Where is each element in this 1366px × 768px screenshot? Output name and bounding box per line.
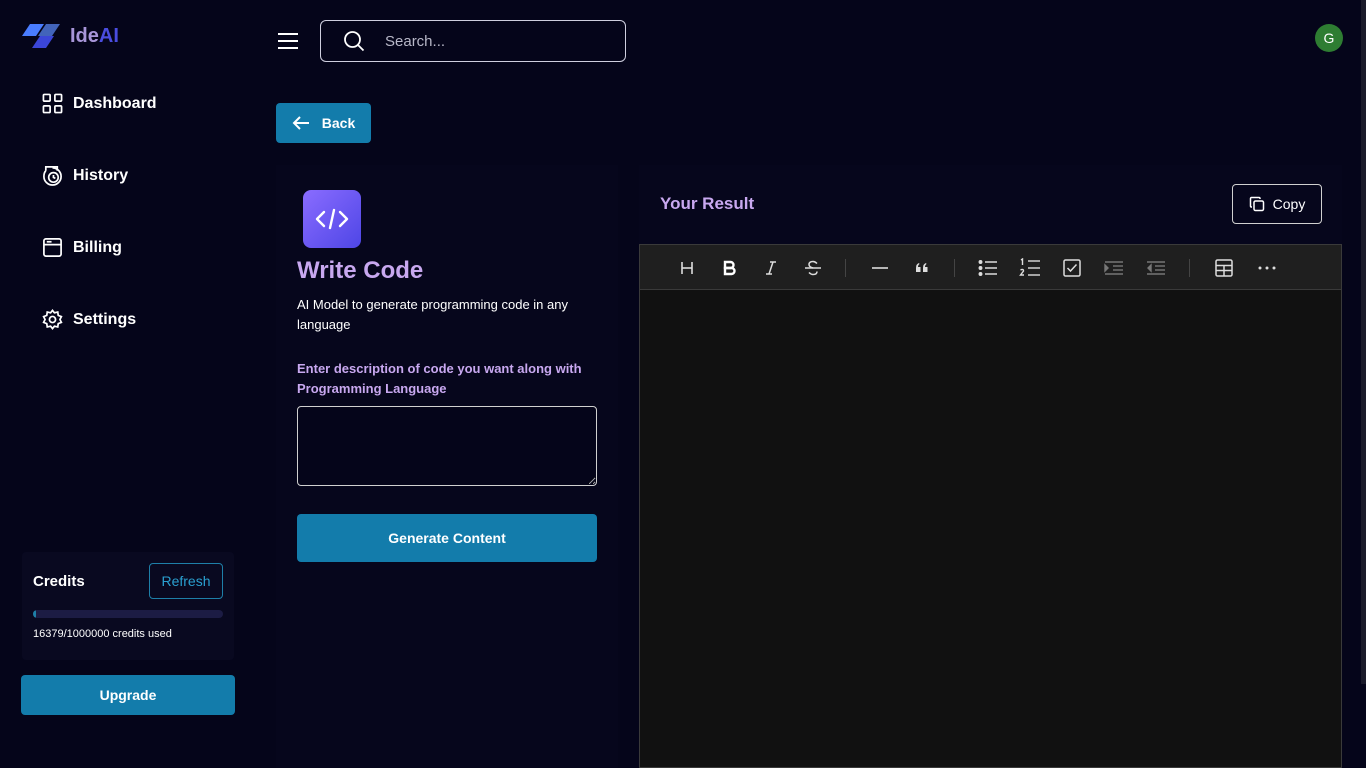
app-name: IdeAI [70, 25, 119, 48]
editor-toolbar [639, 244, 1342, 290]
tool-form-panel: Write Code AI Model to generate programm… [276, 165, 618, 768]
strikethrough-icon[interactable] [802, 257, 824, 279]
app-name-part1: Ide [70, 24, 99, 47]
indent-icon[interactable] [1103, 257, 1125, 279]
horizontal-rule-icon[interactable] [869, 257, 891, 279]
sidebar-item-label: Dashboard [73, 94, 157, 112]
result-editor[interactable] [639, 290, 1342, 768]
page-scrollbar[interactable] [1361, 0, 1366, 684]
app-name-part2: AI [98, 24, 119, 47]
code-description-label: Enter description of code you want along… [297, 361, 582, 396]
credits-panel: Credits Refresh 16379/1000000 credits us… [22, 552, 234, 660]
history-icon [43, 166, 62, 186]
credits-title: Credits [33, 573, 85, 590]
more-icon[interactable] [1256, 257, 1278, 279]
billing-icon [43, 238, 62, 257]
bullet-list-icon[interactable] [977, 257, 999, 279]
generate-content-button[interactable]: Generate Content [297, 514, 597, 562]
app-logo[interactable]: IdeAI [22, 22, 119, 50]
credits-progress-bar [33, 610, 223, 618]
sidebar: IdeAI Dashboard History Billing Settings… [0, 0, 256, 768]
upgrade-button[interactable]: Upgrade [21, 675, 235, 715]
result-title: Your Result [660, 194, 755, 213]
sidebar-item-label: Billing [73, 238, 122, 256]
dashboard-icon [42, 93, 63, 114]
search-icon [344, 31, 365, 52]
heading-icon[interactable] [676, 257, 698, 279]
logo-icon [22, 24, 60, 48]
menu-icon[interactable] [277, 31, 299, 51]
arrow-left-icon [292, 116, 309, 130]
copy-button[interactable]: Copy [1232, 184, 1322, 224]
ordered-list-icon[interactable] [1019, 257, 1041, 279]
sidebar-item-settings[interactable]: Settings [42, 309, 136, 330]
tool-title: Write Code [297, 257, 424, 284]
search-input[interactable]: Search... [320, 20, 626, 62]
back-button[interactable]: Back [276, 103, 371, 143]
code-description-input[interactable] [297, 406, 597, 486]
refresh-button[interactable]: Refresh [149, 563, 223, 599]
sidebar-item-history[interactable]: History [42, 165, 128, 186]
back-button-label: Back [321, 115, 356, 131]
table-icon[interactable] [1213, 257, 1235, 279]
bold-icon[interactable] [718, 257, 740, 279]
sidebar-item-label: Settings [73, 310, 137, 328]
search-placeholder: Search... [385, 32, 446, 50]
sidebar-item-billing[interactable]: Billing [42, 237, 122, 258]
settings-icon [42, 309, 63, 330]
sidebar-item-dashboard[interactable]: Dashboard [42, 93, 157, 114]
copy-button-label: Copy [1272, 196, 1306, 212]
blockquote-icon[interactable] [911, 257, 933, 279]
toolbar-divider [1189, 259, 1190, 277]
task-list-icon[interactable] [1061, 257, 1083, 279]
result-panel: Your Result Copy [639, 165, 1342, 768]
italic-icon[interactable] [760, 257, 782, 279]
toolbar-divider [954, 259, 955, 277]
outdent-icon[interactable] [1145, 257, 1167, 279]
code-icon [303, 190, 361, 248]
tool-description: AI Model to generate programming code in… [297, 297, 568, 332]
toolbar-divider [845, 259, 846, 277]
credits-progress-fill [33, 610, 37, 618]
sidebar-item-label: History [73, 166, 129, 184]
credits-usage-text: 16379/1000000 credits used [33, 628, 172, 640]
copy-icon [1249, 196, 1264, 212]
user-avatar[interactable]: G [1315, 24, 1343, 52]
